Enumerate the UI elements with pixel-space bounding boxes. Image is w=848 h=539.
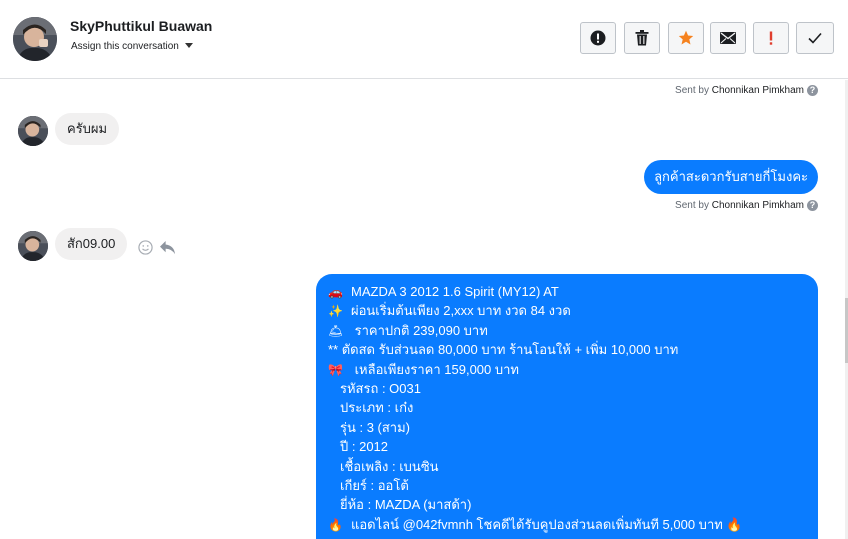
contact-avatar[interactable] — [13, 17, 57, 61]
listing-text: MAZDA 3 2012 1.6 Spirit (MY12) AT — [351, 284, 559, 299]
listing-line: 🎀 เหลือเพียงราคา 159,000 บาท — [328, 360, 519, 379]
listing-text: รหัสรถ : O031 — [340, 381, 421, 396]
alert-icon-button[interactable] — [580, 22, 616, 54]
listing-text: ผ่อนเริ่มต้นเพียง 2,xxx บาท งวด 84 งวด — [351, 303, 571, 319]
trash-icon — [635, 30, 649, 46]
sent-by-prefix: Sent by — [675, 85, 709, 96]
outgoing-message: ลูกค้าสะดวกรับสายกี่โมงคะ — [644, 160, 818, 194]
sender-name: Chonnikan Pimkham — [711, 200, 804, 211]
listing-text: รุ่น : 3 (สาม) — [340, 419, 411, 435]
conversation-header: SkyPhuttikul Buawan Assign this conversa… — [0, 0, 848, 79]
help-icon[interactable]: ? — [807, 85, 818, 96]
listing-line: ปี : 2012 — [340, 437, 388, 456]
listing-emoji-icon: ✨ — [328, 304, 343, 319]
sent-by-label: Sent by Chonnikan Pimkham? — [675, 200, 818, 211]
listing-line: ✨ ผ่อนเริ่มต้นเพียง 2,xxx บาท งวด 84 งวด — [328, 301, 571, 320]
listing-text: เกียร์ : ออโต้ — [340, 478, 409, 493]
check-icon — [808, 32, 822, 44]
sent-by-label: Sent by Chonnikan Pimkham? — [675, 85, 818, 96]
message-avatar — [18, 116, 48, 146]
sent-by-prefix: Sent by — [675, 200, 709, 211]
assign-conversation-dropdown[interactable]: Assign this conversation — [71, 41, 193, 52]
listing-emoji-icon: 🎀 — [328, 362, 343, 377]
listing-text: ** ตัดสด รับส่วนลด 80,000 บาท ร้านโอนให้… — [328, 342, 679, 358]
listing-emoji-icon: 🚗 — [328, 285, 343, 299]
listing-text: ประเภท : เก๋ง — [340, 400, 414, 416]
listing-text: ยี่ห้อ : MAZDA (มาสด้า) — [340, 497, 472, 513]
exclamation-circle-icon — [590, 30, 606, 46]
mail-button[interactable] — [710, 22, 746, 54]
assign-label: Assign this conversation — [71, 41, 179, 52]
outgoing-listing-message: 🚗 MAZDA 3 2012 1.6 Spirit (MY12) AT ✨ ผ่อนเ… — [316, 274, 818, 539]
sender-name: Chonnikan Pimkham — [711, 85, 804, 96]
envelope-icon — [720, 32, 736, 44]
listing-text: ปี : 2012 — [340, 439, 389, 455]
message-avatar — [18, 231, 48, 261]
caret-down-icon — [184, 43, 193, 48]
listing-line: เกียร์ : ออโต้ — [340, 476, 409, 495]
listing-text: ราคาปกติ 239,090 บาท — [351, 322, 488, 338]
star-button[interactable] — [668, 22, 704, 54]
reply-icon[interactable] — [159, 240, 176, 260]
listing-line: ยี่ห้อ : MAZDA (มาสด้า) — [340, 495, 471, 514]
listing-line: ** ตัดสด รับส่วนลด 80,000 บาท ร้านโอนให้… — [328, 340, 678, 359]
star-icon — [678, 30, 694, 45]
incoming-message: สัก09.00 — [55, 228, 128, 260]
listing-emoji-icon: 🛎 — [328, 323, 344, 338]
incoming-message: ครับผม — [55, 113, 120, 145]
listing-line: รุ่น : 3 (สาม) — [340, 418, 410, 437]
conversation-view: SkyPhuttikul Buawan Assign this conversa… — [0, 0, 848, 539]
listing-line: 🛎 ราคาปกติ 239,090 บาท — [328, 321, 488, 340]
help-icon[interactable]: ? — [807, 200, 818, 211]
listing-line: 🚗 MAZDA 3 2012 1.6 Spirit (MY12) AT — [328, 282, 559, 301]
listing-text: แอดไลน์ @042fvmnh โชคดีได้รับคูปองส่วนลด… — [351, 516, 743, 532]
listing-line: เชื้อเพลิง : เบนซิน — [340, 457, 439, 476]
spam-button[interactable] — [753, 22, 789, 54]
delete-button[interactable] — [624, 22, 660, 54]
listing-text: เชื้อเพลิง : เบนซิน — [340, 458, 439, 474]
listing-line: ประเภท : เก๋ง — [340, 398, 413, 417]
done-button[interactable] — [796, 22, 834, 54]
listing-text: เหลือเพียงราคา 159,000 บาท — [351, 361, 519, 377]
listing-line: รหัสรถ : O031 — [340, 379, 421, 398]
smiley-icon[interactable] — [138, 240, 153, 260]
contact-name: SkyPhuttikul Buawan — [70, 18, 213, 34]
exclamation-icon — [769, 31, 773, 45]
listing-emoji-icon: 🔥 — [328, 517, 343, 532]
listing-line: 🔥 แอดไลน์ @042fvmnh โชคดีได้รับคูปองส่วนล… — [328, 515, 743, 534]
